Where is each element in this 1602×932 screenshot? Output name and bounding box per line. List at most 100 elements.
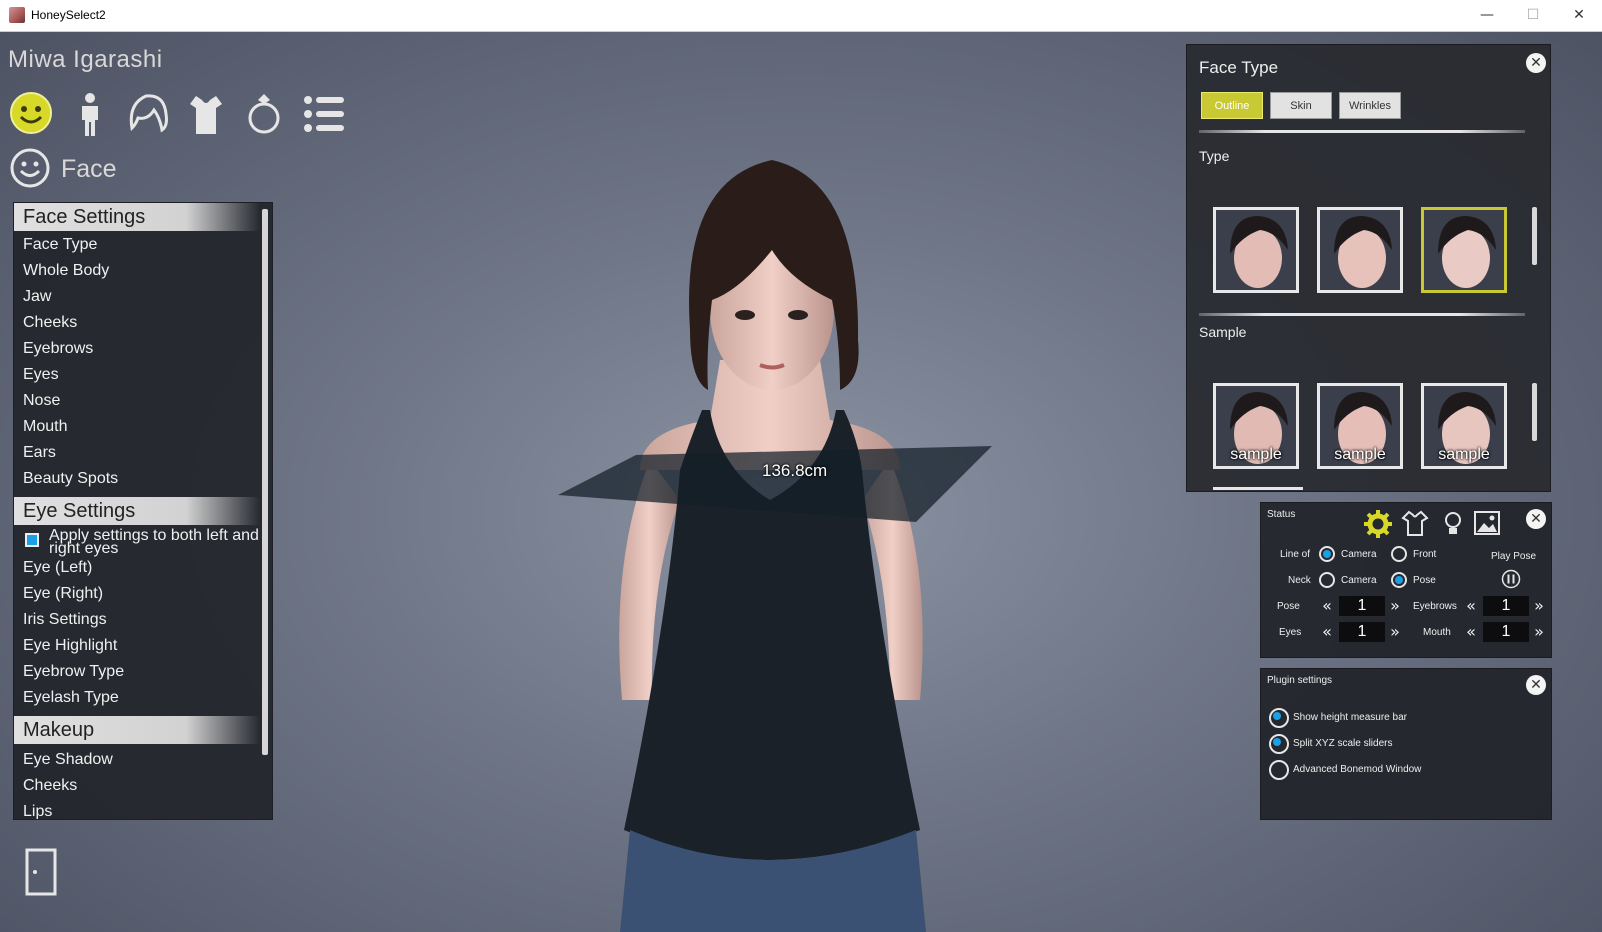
show-height-bar-radio[interactable] — [1269, 708, 1289, 728]
mouth-label: Mouth — [1423, 627, 1451, 638]
clothes-icon[interactable] — [182, 90, 230, 138]
list-scrollbar[interactable] — [262, 209, 268, 755]
eyebrows-next-arrow[interactable]: » — [1531, 596, 1547, 616]
list-item-eyebrows[interactable]: Eyebrows — [23, 340, 93, 358]
sample-scrollbar[interactable] — [1532, 383, 1537, 441]
title-bar: HoneySelect2 — ☐ ✕ — [0, 0, 1602, 32]
tab-outline[interactable]: Outline — [1201, 92, 1263, 119]
door-icon[interactable] — [25, 848, 57, 896]
accessory-icon[interactable] — [240, 90, 288, 138]
pose-prev-arrow[interactable]: « — [1319, 596, 1335, 616]
group-makeup: Makeup — [14, 716, 260, 744]
sample-caption: sample — [1230, 446, 1282, 463]
list-item-iris-settings[interactable]: Iris Settings — [23, 611, 107, 629]
neck-camera-label: Camera — [1341, 575, 1377, 586]
neck-pose-radio[interactable] — [1391, 572, 1407, 588]
sample-thumbnail-2[interactable]: sample — [1317, 383, 1403, 469]
close-window-button[interactable]: ✕ — [1556, 0, 1602, 31]
hair-icon[interactable] — [124, 90, 172, 138]
list-item-eyelash-type[interactable]: Eyelash Type — [23, 689, 119, 707]
eyes-label: Eyes — [1279, 627, 1302, 638]
tab-skin[interactable]: Skin — [1270, 92, 1332, 119]
list-item-eye-right[interactable]: Eye (Right) — [23, 585, 103, 603]
mouth-value[interactable]: 1 — [1483, 622, 1529, 642]
shirt-icon[interactable] — [1401, 509, 1429, 537]
type-scrollbar[interactable] — [1532, 207, 1537, 265]
group-eye-settings: Eye Settings — [14, 497, 260, 525]
list-item-eyebrow-type[interactable]: Eyebrow Type — [23, 663, 124, 681]
mouth-next-arrow[interactable]: » — [1531, 622, 1547, 642]
lightbulb-icon[interactable] — [1441, 509, 1465, 537]
character-name: Miwa Igarashi — [8, 46, 163, 73]
line-of-camera-radio[interactable] — [1319, 546, 1335, 562]
line-of-camera-label: Camera — [1341, 549, 1377, 560]
section-label: Face — [61, 155, 117, 183]
sample-label: Sample — [1199, 324, 1247, 340]
pose-next-arrow[interactable]: » — [1387, 596, 1403, 616]
maximize-button[interactable]: ☐ — [1510, 0, 1556, 31]
list-item-cheeks[interactable]: Cheeks — [23, 314, 77, 332]
list-item-eye-highlight[interactable]: Eye Highlight — [23, 637, 117, 655]
type-thumbnail-3[interactable] — [1421, 207, 1507, 293]
line-of-front-radio[interactable] — [1391, 546, 1407, 562]
sample-thumbnail-1[interactable]: sample — [1213, 383, 1299, 469]
list-item-mouth[interactable]: Mouth — [23, 418, 67, 436]
advanced-bonemod-radio[interactable] — [1269, 760, 1289, 780]
list-item-eye-left[interactable]: Eye (Left) — [23, 559, 92, 577]
neck-label: Neck — [1288, 575, 1311, 586]
mouth-prev-arrow[interactable]: « — [1463, 622, 1479, 642]
sample-caption: sample — [1334, 446, 1386, 463]
status-title: Status — [1267, 509, 1296, 520]
type-thumbnail-1[interactable] — [1213, 207, 1299, 293]
eyes-prev-arrow[interactable]: « — [1319, 622, 1335, 642]
eyebrows-prev-arrow[interactable]: « — [1463, 596, 1479, 616]
play-pose-label: Play Pose — [1491, 551, 1537, 562]
eyes-value[interactable]: 1 — [1339, 622, 1385, 642]
tab-wrinkles[interactable]: Wrinkles — [1339, 92, 1401, 119]
divider — [1199, 130, 1525, 133]
sample-thumbnail-3[interactable]: sample — [1421, 383, 1507, 469]
line-of-label: Line of — [1280, 549, 1311, 560]
sample-row-indicator — [1213, 487, 1303, 490]
split-xyz-radio[interactable] — [1269, 734, 1289, 754]
eyebrows-value[interactable]: 1 — [1483, 596, 1529, 616]
apply-both-eyes-checkbox[interactable] — [25, 533, 39, 547]
gear-icon[interactable] — [1363, 509, 1393, 539]
neck-camera-radio[interactable] — [1319, 572, 1335, 588]
face-icon[interactable] — [8, 90, 56, 138]
list-item-face-type[interactable]: Face Type — [23, 236, 97, 254]
list-item-beauty-spots[interactable]: Beauty Spots — [23, 470, 118, 488]
character-model[interactable] — [540, 140, 1000, 932]
line-of-front-label: Front — [1413, 549, 1437, 560]
list-icon[interactable] — [300, 90, 348, 138]
image-icon[interactable] — [1473, 509, 1501, 537]
apply-both-eyes-label: Apply settings to both left and right ey… — [49, 527, 259, 557]
close-icon[interactable]: ✕ — [1526, 675, 1546, 695]
list-item-whole-body[interactable]: Whole Body — [23, 262, 109, 280]
settings-list-panel: Face Settings Face Type Whole Body Jaw C… — [13, 202, 273, 820]
close-icon[interactable]: ✕ — [1526, 53, 1546, 73]
pose-label: Pose — [1277, 601, 1300, 612]
list-item-eye-shadow[interactable]: Eye Shadow — [23, 751, 113, 769]
close-icon[interactable]: ✕ — [1526, 509, 1546, 529]
list-item-makeup-cheeks[interactable]: Cheeks — [23, 777, 77, 795]
pause-icon[interactable] — [1501, 569, 1521, 589]
pose-value[interactable]: 1 — [1339, 596, 1385, 616]
advanced-bonemod-label: Advanced Bonemod Window — [1293, 764, 1422, 775]
app-icon — [9, 7, 25, 23]
eyebrows-label: Eyebrows — [1413, 601, 1457, 612]
face-type-panel: Face Type ✕ Outline Skin Wrinkles Type S… — [1186, 44, 1551, 492]
body-icon[interactable] — [66, 90, 114, 138]
list-item-nose[interactable]: Nose — [23, 392, 60, 410]
minimize-button[interactable]: — — [1464, 0, 1510, 31]
list-item-jaw[interactable]: Jaw — [23, 288, 51, 306]
type-thumbnail-2[interactable] — [1317, 207, 1403, 293]
split-xyz-label: Split XYZ scale sliders — [1293, 738, 1393, 749]
type-label: Type — [1199, 148, 1230, 164]
divider — [1199, 313, 1525, 316]
list-item-eyes[interactable]: Eyes — [23, 366, 59, 384]
list-item-lips[interactable]: Lips — [23, 803, 52, 819]
eyes-next-arrow[interactable]: » — [1387, 622, 1403, 642]
list-item-ears[interactable]: Ears — [23, 444, 56, 462]
face-type-title: Face Type — [1199, 58, 1279, 77]
